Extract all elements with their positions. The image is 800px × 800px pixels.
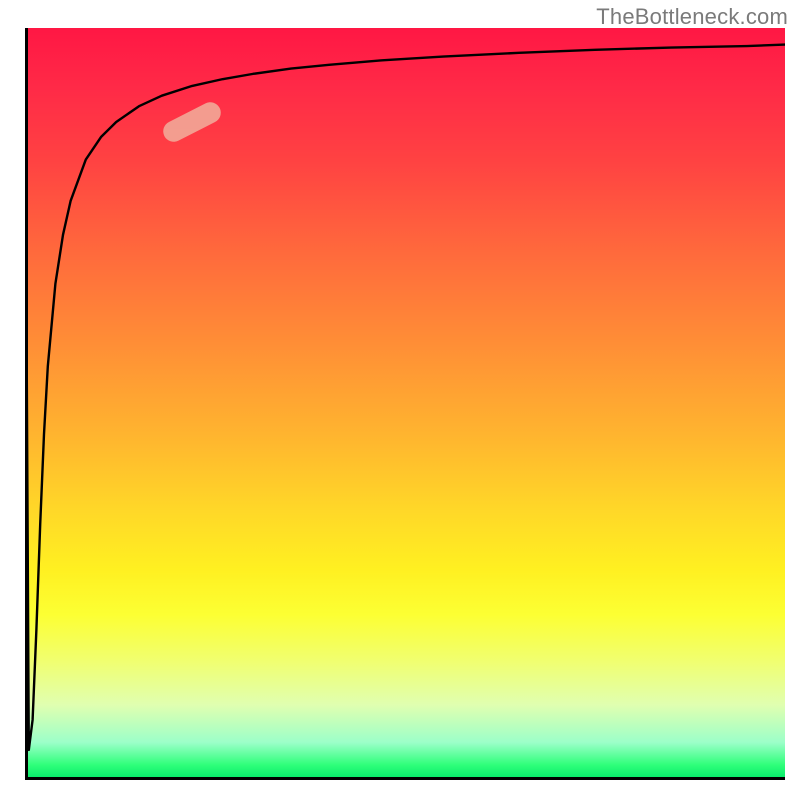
chart-curve [25,28,785,780]
attribution-text: TheBottleneck.com [596,4,788,30]
chart-plot-area [25,28,785,780]
